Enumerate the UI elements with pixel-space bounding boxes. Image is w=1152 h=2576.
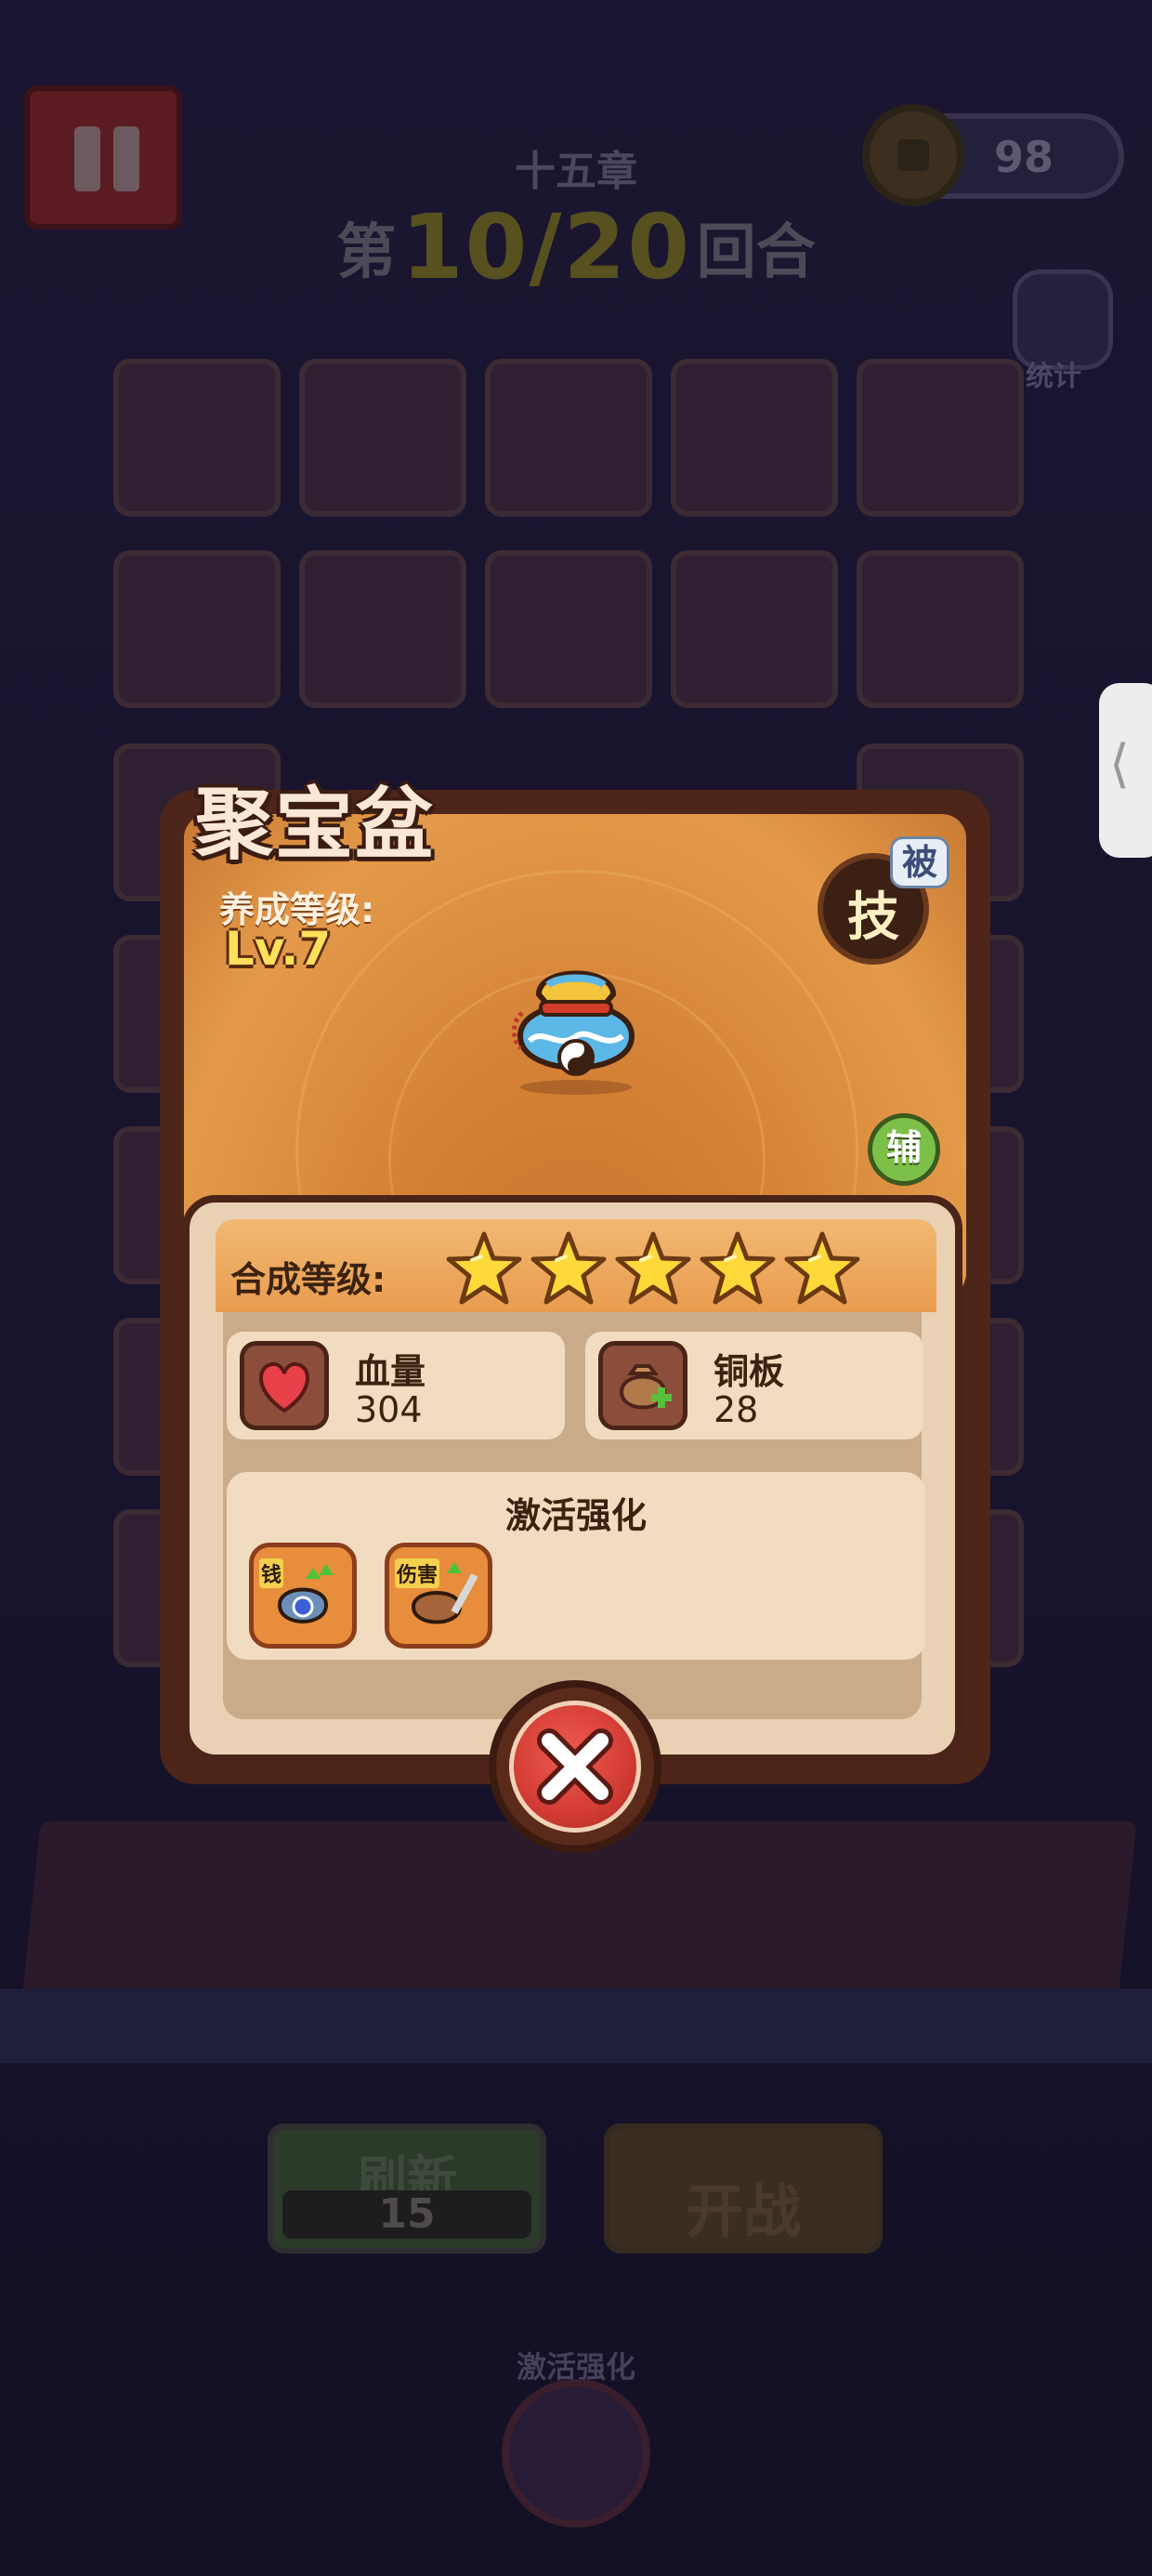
item-name: 聚宝盆: [195, 779, 436, 870]
grid-slot[interactable]: [299, 359, 466, 517]
coin-bag-plus-icon: [598, 1341, 687, 1430]
grid-slot[interactable]: [485, 359, 652, 517]
board-edge: [0, 1989, 1152, 2063]
grid-slot[interactable]: [857, 550, 1024, 708]
enhance-title: 激活强化: [504, 1495, 647, 1536]
activate-enhance-panel: 激活强化 钱 伤害: [227, 1472, 925, 1660]
heart-icon: [240, 1341, 329, 1430]
star-icon: [613, 1229, 693, 1308]
money-bag-up-icon[interactable]: 钱: [249, 1543, 357, 1649]
merge-level-label: 合成等级:: [230, 1259, 386, 1300]
stat-name: 血量: [355, 1351, 426, 1392]
star-icon: [444, 1229, 524, 1308]
copper-coin-icon: [862, 104, 964, 206]
enhance-tag: 钱: [259, 1558, 284, 1588]
chevron-left-icon: ⟨: [1109, 734, 1130, 795]
stat-card-coins: 铜板 28: [585, 1332, 923, 1439]
round-counter: 第 10/20 回合: [0, 195, 1152, 299]
close-button[interactable]: [489, 1680, 661, 1853]
grid-slot[interactable]: [671, 359, 838, 517]
grid-slot[interactable]: [113, 550, 281, 708]
stats-label: 统计: [1026, 361, 1081, 393]
support-tag: 辅: [868, 1113, 940, 1186]
start-battle-button[interactable]: 开战: [604, 2123, 883, 2254]
round-prefix: 第: [336, 218, 397, 287]
coin-counter: 98: [862, 104, 1124, 206]
enhance-tag: 伤害: [395, 1558, 440, 1588]
refresh-button[interactable]: 刷新 15: [268, 2123, 546, 2254]
grid-slot[interactable]: [299, 550, 466, 708]
level-value: Lv.7: [225, 922, 332, 976]
star-icon: [529, 1229, 609, 1308]
star-icon: [782, 1229, 862, 1308]
star-icon: [698, 1229, 778, 1308]
stat-value: 28: [713, 1389, 759, 1430]
passive-tag: 被: [890, 836, 949, 888]
round-suffix: 回合: [696, 218, 816, 287]
grid-slot[interactable]: [857, 359, 1024, 517]
treasure-bag-icon: [502, 939, 650, 1097]
grid-slot[interactable]: [113, 359, 281, 517]
damage-up-icon[interactable]: 伤害: [385, 1543, 492, 1649]
round-value: 10/20: [400, 195, 692, 299]
battle-label: 开战: [685, 2177, 801, 2245]
grid-slot[interactable]: [671, 550, 838, 708]
close-icon: [509, 1701, 641, 1833]
grid-slot[interactable]: [485, 550, 652, 708]
refresh-cost: 15: [282, 2190, 531, 2239]
stat-value: 304: [355, 1389, 423, 1430]
stat-card-hp: 血量 304: [227, 1332, 565, 1439]
stat-name: 铜板: [713, 1351, 785, 1392]
enhance-scroll-button[interactable]: [502, 2379, 650, 2528]
coin-value: 98: [993, 132, 1054, 182]
